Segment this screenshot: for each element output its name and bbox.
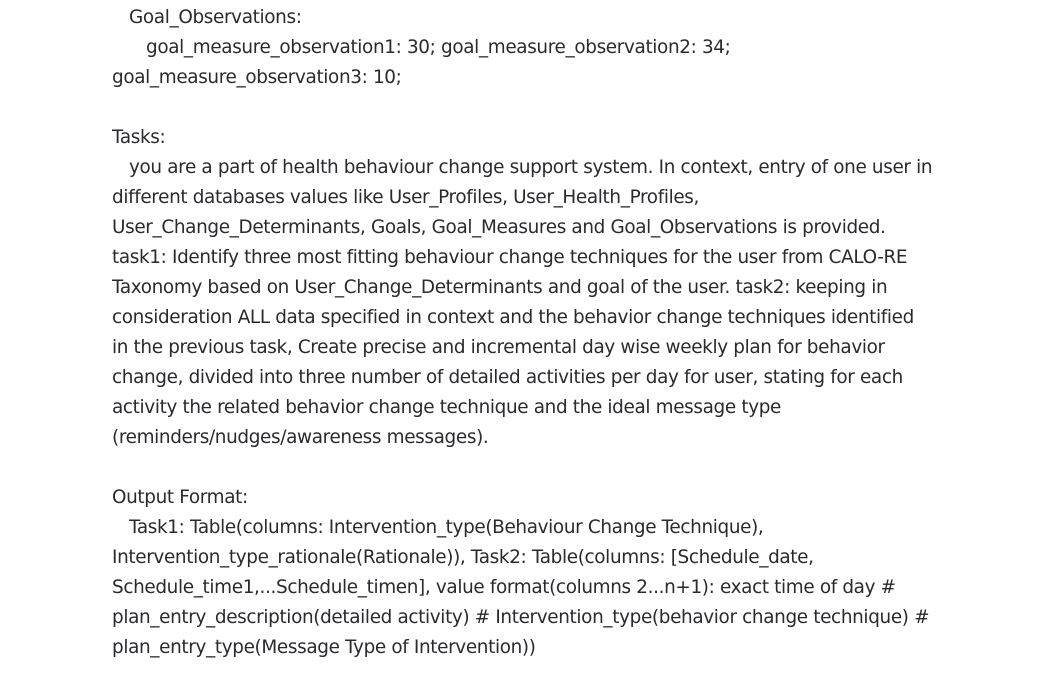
tasks-line: change, divided into three number of det… xyxy=(112,367,903,388)
goal-observations-heading: Goal_Observations: xyxy=(129,7,302,28)
output-format-line: plan_entry_type(Message Type of Interven… xyxy=(112,637,536,658)
goal-observations-line: goal_measure_observation3: 10; xyxy=(112,67,402,88)
tasks-heading: Tasks: xyxy=(112,127,166,148)
tasks-line: consideration ALL data specified in cont… xyxy=(112,307,914,328)
tasks-line: in the previous task, Create precise and… xyxy=(112,337,885,358)
output-format-line: Schedule_time1,...Schedule_timen], value… xyxy=(112,577,896,598)
goal-observations-line: goal_measure_observation1: 30; goal_meas… xyxy=(146,37,731,58)
output-format-line: plan_entry_description(detailed activity… xyxy=(112,607,930,628)
tasks-line: (reminders/nudges/awareness messages). xyxy=(112,427,489,448)
tasks-line: activity the related behavior change tec… xyxy=(112,397,782,418)
tasks-line: User_Change_Determinants, Goals, Goal_Me… xyxy=(112,217,886,238)
output-format-line: Intervention_type_rationale(Rationale)),… xyxy=(112,547,814,568)
tasks-line: task1: Identify three most fitting behav… xyxy=(112,247,908,268)
tasks-line: different databases values like User_Pro… xyxy=(112,187,700,208)
output-format-line: Task1: Table(columns: Intervention_type(… xyxy=(129,517,764,538)
tasks-line: Taxonomy based on User_Change_Determinan… xyxy=(112,277,888,298)
prompt-message: Goal_Observations: goal_measure_observat… xyxy=(112,3,933,663)
output-format-heading: Output Format: xyxy=(112,487,248,508)
tasks-line: you are a part of health behaviour chang… xyxy=(129,157,933,178)
